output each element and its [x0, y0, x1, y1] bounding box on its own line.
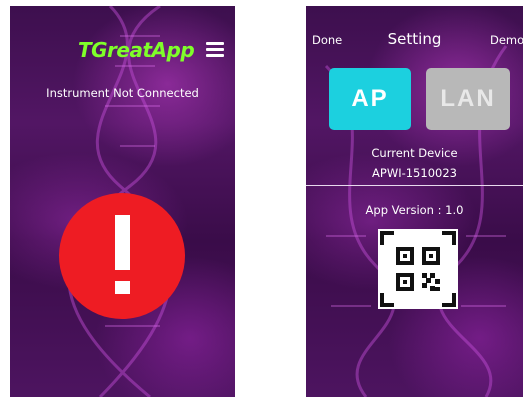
app-title: TGreatApp	[78, 38, 195, 62]
exclamation-alert-icon	[59, 193, 185, 319]
current-device-label: Current Device	[371, 146, 458, 160]
demo-button[interactable]: Demo	[490, 33, 523, 47]
divider	[306, 185, 523, 186]
qr-scan-graphic	[380, 231, 456, 307]
main-screen: TGreatApp Instrument Not Connected	[10, 6, 235, 397]
dna-background	[324, 45, 508, 397]
app-version: App Version : 1.0	[365, 203, 464, 217]
exclamation-dot	[115, 281, 130, 294]
ap-mode-button[interactable]: AP	[329, 68, 411, 130]
hamburger-menu-icon[interactable]	[206, 42, 224, 58]
current-device-value: APWI-1510023	[372, 166, 457, 180]
settings-screen: Done Setting Demo AP LAN Current Device …	[306, 6, 523, 397]
exclamation-bar	[115, 215, 130, 270]
connection-status: Instrument Not Connected	[46, 86, 199, 100]
lan-mode-button[interactable]: LAN	[426, 68, 510, 130]
qr-code-scanner-icon[interactable]	[378, 229, 458, 309]
